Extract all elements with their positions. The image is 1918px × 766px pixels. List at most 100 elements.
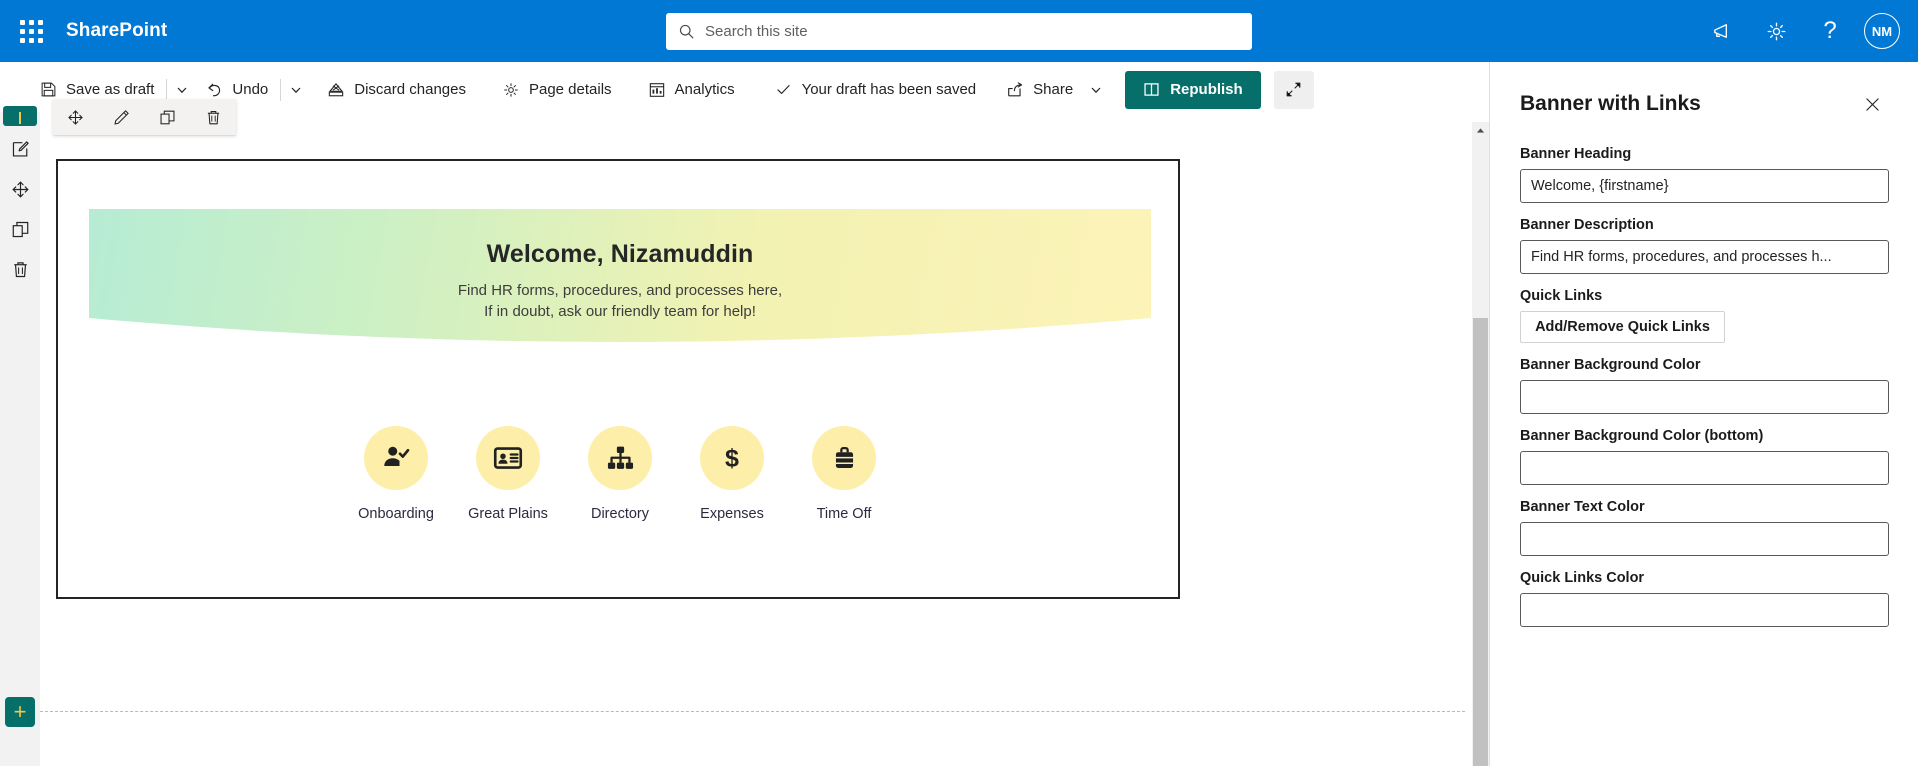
rail-move-webpart-button[interactable]: [3, 172, 37, 206]
page-details-button[interactable]: Page details: [492, 70, 622, 110]
close-icon: [1865, 97, 1879, 111]
banner-description-field[interactable]: [1520, 240, 1889, 274]
discard-changes-button[interactable]: Discard changes: [317, 70, 476, 110]
banner-background-color-bottom-field[interactable]: [1520, 451, 1889, 485]
quick-links-color-label: Quick Links Color: [1520, 570, 1645, 586]
property-pane-title: Banner with Links: [1520, 92, 1701, 115]
quick-link-great-plains[interactable]: Great Plains: [465, 426, 551, 522]
quick-link-label: Time Off: [816, 506, 872, 522]
checkmark-icon: [776, 85, 790, 94]
banner-text-color-field[interactable]: [1520, 522, 1889, 556]
banner-description: Find HR forms, procedures, and processes…: [458, 281, 782, 322]
page-details-label: Page details: [528, 81, 612, 98]
search-input[interactable]: [705, 23, 1240, 40]
chevron-down-icon: [177, 87, 187, 93]
org-chart-icon: [588, 426, 652, 490]
quick-link-label: Onboarding: [358, 506, 434, 522]
banner-text-color-group: Banner Text Color: [1520, 499, 1889, 556]
scrollbar-thumb[interactable]: [1473, 318, 1488, 766]
banner-text-block: Welcome, Nizamuddin Find HR forms, proce…: [89, 209, 1151, 357]
move-icon: [68, 109, 83, 125]
banner-background-color-field[interactable]: [1520, 380, 1889, 414]
user-avatar[interactable]: NM: [1864, 13, 1900, 49]
help-icon: ?: [1823, 17, 1837, 44]
quick-link-label: Directory: [590, 506, 649, 522]
discard-icon: [329, 82, 344, 96]
banner-description-label: Banner Description: [1520, 217, 1654, 233]
quick-links-color-field[interactable]: [1520, 593, 1889, 627]
banner-background-color-label: Banner Background Color: [1520, 357, 1701, 373]
svg-text:$: $: [725, 444, 739, 472]
add-remove-quick-links-button[interactable]: Add/Remove Quick Links: [1520, 311, 1725, 343]
section-divider: [40, 711, 1465, 712]
republish-button[interactable]: Republish: [1125, 70, 1261, 109]
analytics-button[interactable]: Analytics: [638, 70, 745, 110]
suitcase-icon: [812, 426, 876, 490]
move-icon: [12, 181, 28, 197]
undo-label: Undo: [232, 81, 269, 98]
draft-status: Your draft has been saved: [775, 81, 977, 98]
move-webpart-button[interactable]: [60, 102, 92, 132]
analytics-label: Analytics: [674, 81, 735, 98]
scroll-up-button[interactable]: [1472, 122, 1489, 139]
share-caret[interactable]: [1083, 70, 1109, 110]
divider: [280, 78, 282, 101]
save-as-draft-label: Save as draft: [66, 81, 155, 98]
quick-links-color-group: Quick Links Color: [1520, 570, 1889, 627]
quick-links-row: Onboarding Great Plains Directory $ Expe…: [89, 426, 1151, 522]
collapse-ribbon-button[interactable]: [1273, 70, 1314, 109]
property-pane: Banner with Links Banner Heading Banner …: [1489, 62, 1918, 766]
banner-background-color-bottom-label: Banner Background Color (bottom): [1520, 428, 1764, 444]
banner-heading-field[interactable]: [1520, 169, 1889, 203]
banner-background-color-bottom-group: Banner Background Color (bottom): [1520, 428, 1889, 485]
banner-with-links-webpart[interactable]: Welcome, Nizamuddin Find HR forms, proce…: [56, 159, 1180, 599]
share-button[interactable]: Share: [996, 70, 1083, 110]
duplicate-webpart-button[interactable]: [151, 102, 183, 132]
webpart-left-rail: +: [0, 106, 40, 766]
delete-webpart-button[interactable]: [197, 102, 229, 132]
close-panel-button[interactable]: [1856, 88, 1888, 120]
save-icon: [41, 82, 56, 97]
search-icon: [679, 24, 694, 39]
suite-actions: ? NM: [1698, 0, 1910, 62]
canvas-scrollbar[interactable]: [1472, 122, 1489, 766]
banner-description-group: Banner Description: [1520, 217, 1889, 274]
undo-icon: [208, 83, 221, 96]
quick-link-expenses[interactable]: $ Expenses: [689, 426, 775, 522]
duplicate-icon: [160, 110, 175, 124]
republish-label: Republish: [1170, 81, 1243, 98]
add-section-button[interactable]: +: [5, 697, 35, 727]
quick-link-label: Expenses: [700, 506, 764, 522]
help-button[interactable]: ?: [1806, 7, 1854, 55]
sharepoint-brand-link[interactable]: SharePoint: [66, 20, 167, 42]
gear-icon: [504, 82, 518, 97]
quick-link-onboarding[interactable]: Onboarding: [353, 426, 439, 522]
banner-heading-group: Banner Heading: [1520, 146, 1889, 203]
site-search[interactable]: [666, 13, 1252, 50]
rail-duplicate-webpart-button[interactable]: [3, 212, 37, 246]
share-icon: [1008, 81, 1023, 96]
trash-icon: [207, 110, 219, 124]
settings-button[interactable]: [1752, 7, 1800, 55]
undo-caret[interactable]: [283, 70, 309, 110]
quick-link-time-off[interactable]: Time Off: [801, 426, 887, 522]
quick-link-directory[interactable]: Directory: [577, 426, 663, 522]
banner-description-line2: If in doubt, ask our friendly team for h…: [484, 302, 756, 320]
pencil-icon: [114, 109, 129, 124]
rail-edit-webpart-button[interactable]: [3, 132, 37, 166]
draft-status-label: Your draft has been saved: [801, 81, 977, 98]
megaphone-button[interactable]: [1698, 7, 1746, 55]
quick-link-label: Great Plains: [468, 506, 548, 522]
chevron-up-icon: [1476, 128, 1485, 133]
edit-webpart-button[interactable]: [106, 102, 138, 132]
dollar-sign-icon: $: [700, 426, 764, 490]
chevron-down-icon: [291, 87, 301, 93]
app-launcher-button[interactable]: [0, 0, 62, 62]
rail-delete-webpart-button[interactable]: [3, 252, 37, 286]
trash-icon: [13, 261, 27, 277]
rail-accent-indicator: [3, 106, 37, 126]
banner-background-color-group: Banner Background Color: [1520, 357, 1889, 414]
megaphone-icon: [1713, 23, 1727, 38]
banner-text-color-label: Banner Text Color: [1520, 499, 1645, 515]
quick-links-label: Quick Links: [1520, 288, 1603, 304]
